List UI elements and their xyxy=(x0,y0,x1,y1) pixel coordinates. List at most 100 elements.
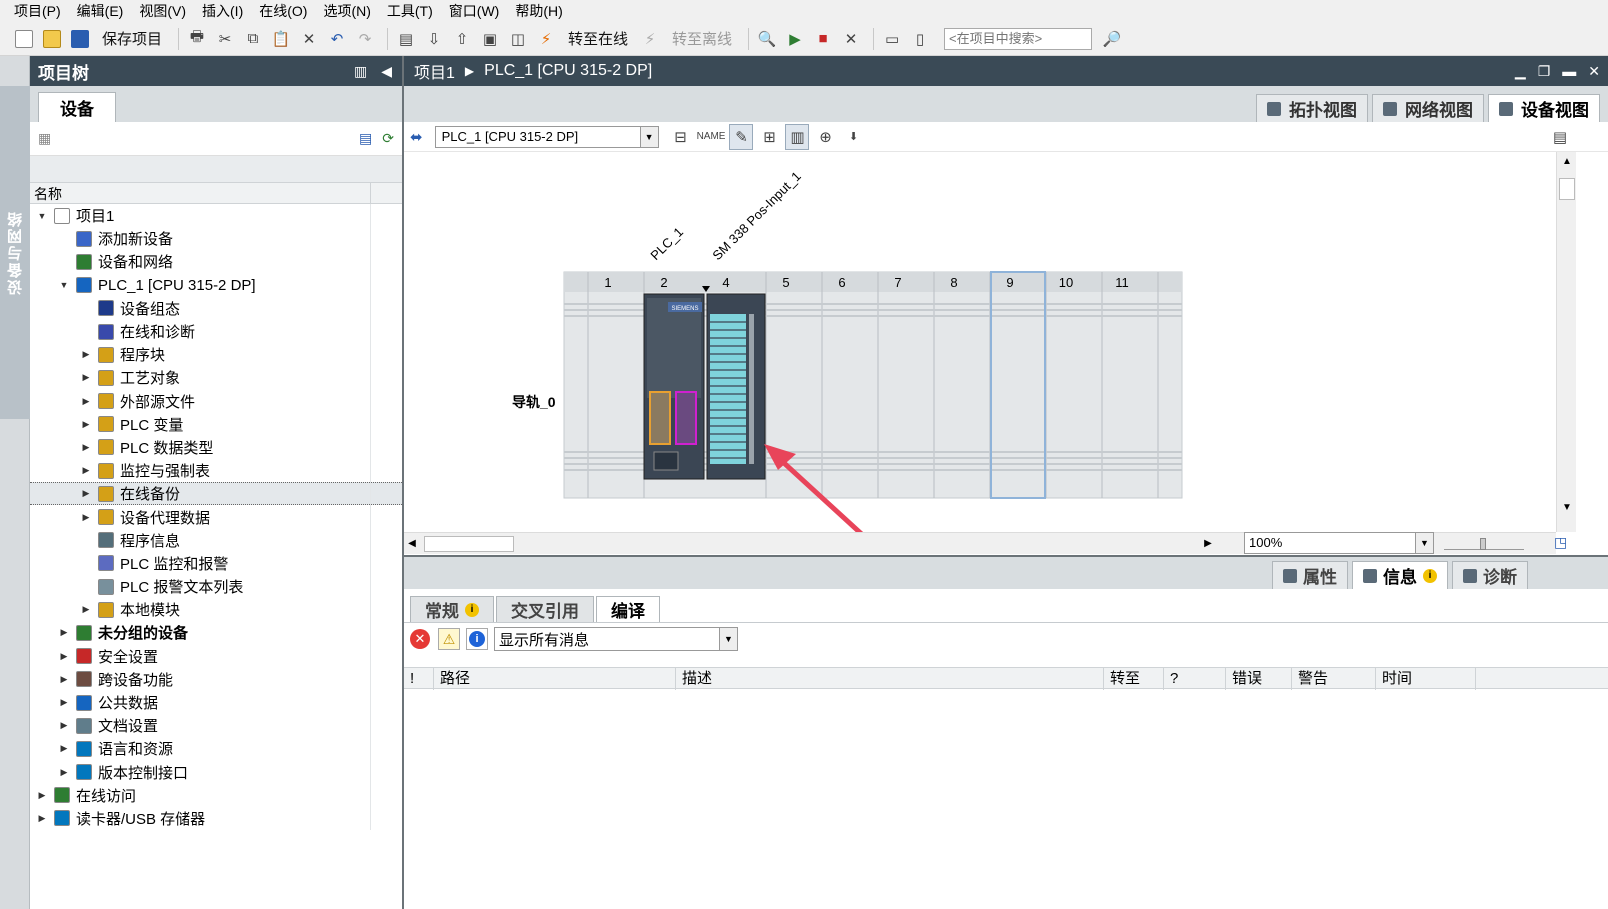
go-offline-button[interactable]: 转至离线 xyxy=(666,26,738,52)
tree-item[interactable]: PLC 监控和报警 xyxy=(30,551,402,575)
collapsed-arrow-icon[interactable]: ▶ xyxy=(80,395,92,407)
tab-device-view[interactable]: 设备视图 xyxy=(1488,94,1600,122)
tree-item[interactable]: ▶ 公共数据 xyxy=(30,690,402,715)
show-names-icon[interactable]: NAME xyxy=(697,124,726,150)
device-data-icon[interactable]: ▤ xyxy=(1548,124,1572,150)
save-project-button[interactable]: 保存项目 xyxy=(96,26,168,52)
start-cpu-icon[interactable]: ▶ xyxy=(783,26,807,52)
simulation-icon[interactable]: ▣ xyxy=(478,26,502,52)
column-header[interactable]: 错误 xyxy=(1226,668,1292,690)
close-icon[interactable]: ✕ xyxy=(1588,63,1600,80)
collapsed-arrow-icon[interactable]: ▶ xyxy=(58,697,70,709)
collapsed-arrow-icon[interactable]: ▶ xyxy=(58,766,70,778)
split-vertical-icon[interactable]: ▯ xyxy=(908,26,932,52)
maximize-icon[interactable]: ▬ xyxy=(1562,63,1576,80)
breadcrumb-project[interactable]: 项目1 xyxy=(414,59,455,83)
tree-item[interactable]: ▶ 工艺对象 xyxy=(30,366,402,390)
collapsed-arrow-icon[interactable]: ▶ xyxy=(80,604,92,616)
menu-item[interactable]: 插入(I) xyxy=(194,0,251,22)
collapsed-arrow-icon[interactable]: ▶ xyxy=(80,488,92,500)
column-header[interactable]: 路径 xyxy=(434,668,676,690)
tree-item[interactable]: 添加新设备 xyxy=(30,227,402,251)
tree-item[interactable]: ▼ PLC_1 [CPU 315-2 DP] xyxy=(30,273,402,297)
error-filter-icon[interactable]: ✕ xyxy=(410,629,430,649)
collapsed-arrow-icon[interactable]: ▶ xyxy=(80,372,92,384)
collapsed-arrow-icon[interactable]: ▶ xyxy=(80,465,92,477)
tab-properties[interactable]: 属性 xyxy=(1272,561,1348,589)
column-header[interactable]: ! xyxy=(404,668,434,690)
scroll-down-icon[interactable]: ▼ xyxy=(1559,502,1575,518)
sub-tab[interactable]: 编译 xyxy=(596,596,660,622)
tree-item[interactable]: ▶ 未分组的设备 xyxy=(30,621,402,645)
tree-item[interactable]: ▶ 本地模块 xyxy=(30,598,402,622)
delete-icon[interactable]: ✕ xyxy=(297,26,321,52)
refresh-tree-icon[interactable]: ⟳ xyxy=(382,130,394,147)
menu-item[interactable]: 在线(O) xyxy=(251,0,315,22)
tree-item[interactable]: ▶ 安全设置 xyxy=(30,644,402,668)
copy-icon[interactable]: ⧉ xyxy=(241,26,265,52)
redo-icon[interactable]: ↷ xyxy=(353,26,377,52)
sub-tab[interactable]: 交叉引用 xyxy=(496,596,594,622)
column-header[interactable]: 转至 xyxy=(1104,668,1164,690)
collapsed-arrow-icon[interactable]: ▶ xyxy=(80,511,92,523)
warning-filter-icon[interactable]: ⚠ xyxy=(438,628,460,650)
tab-info[interactable]: 信息 i xyxy=(1352,561,1448,589)
collapsed-arrow-icon[interactable]: ▶ xyxy=(58,650,70,662)
column-header[interactable]: 时间 xyxy=(1376,668,1476,690)
paste-icon[interactable]: 📋 xyxy=(269,26,293,52)
menu-item[interactable]: 项目(P) xyxy=(6,0,69,22)
split-horizontal-icon[interactable]: ▭ xyxy=(880,26,904,52)
tree-item[interactable]: ▶ PLC 变量 xyxy=(30,412,402,436)
tab-network-view[interactable]: 网络视图 xyxy=(1372,94,1484,122)
module-overview-icon[interactable]: ⊟ xyxy=(669,124,693,150)
collapsed-arrow-icon[interactable]: ▶ xyxy=(36,789,48,801)
accessible-devices-icon[interactable]: 🔍 xyxy=(755,26,779,52)
overview-navigation-icon[interactable]: ◳ xyxy=(1554,534,1567,551)
vertical-scroll-thumb[interactable] xyxy=(1559,178,1575,200)
tree-item[interactable]: 设备组态 xyxy=(30,296,402,320)
tab-diagnostics[interactable]: 诊断 xyxy=(1452,561,1528,589)
cross-reference-icon[interactable]: ✕ xyxy=(839,26,863,52)
zoom-slider-thumb[interactable] xyxy=(1480,538,1486,550)
scroll-up-icon[interactable]: ▲ xyxy=(1559,156,1575,172)
float-icon[interactable]: ❐ xyxy=(1538,63,1551,80)
search-go-icon[interactable]: 🔎 xyxy=(1100,26,1124,52)
open-project-icon[interactable] xyxy=(40,26,64,52)
collapsed-arrow-icon[interactable]: ▶ xyxy=(58,720,70,732)
scroll-left-icon[interactable]: ◀ xyxy=(404,538,420,549)
tree-item[interactable]: ▶ 读卡器/USB 存储器 xyxy=(30,806,402,831)
stop-cpu-icon[interactable]: ■ xyxy=(811,26,835,52)
upload-icon[interactable]: ⇧ xyxy=(450,26,474,52)
tree-item[interactable]: ▼ 项目1 xyxy=(30,204,402,228)
zoom-in-icon[interactable]: ⊕ xyxy=(813,124,837,150)
print-icon[interactable]: 🖶 xyxy=(185,26,209,52)
menu-item[interactable]: 窗口(W) xyxy=(441,0,508,22)
project-search-input[interactable] xyxy=(944,27,1093,50)
menu-item[interactable]: 选项(N) xyxy=(315,0,378,22)
collapsed-arrow-icon[interactable]: ▶ xyxy=(58,743,70,755)
tree-item[interactable]: ▶ 监控与强制表 xyxy=(30,459,402,483)
stop-simulation-icon[interactable]: ◫ xyxy=(506,26,530,52)
tab-topology[interactable]: 拓扑视图 xyxy=(1256,94,1368,122)
menu-item[interactable]: 视图(V) xyxy=(131,0,194,22)
tree-item[interactable]: PLC 报警文本列表 xyxy=(30,575,402,599)
tree-item[interactable]: ▶ 程序块 xyxy=(30,343,402,367)
collapse-panel-icon[interactable]: ◀ xyxy=(381,63,392,80)
go-offline-icon[interactable]: ⚡ xyxy=(638,26,662,52)
menu-item[interactable]: 编辑(E) xyxy=(69,0,132,22)
collapsed-arrow-icon[interactable]: ▶ xyxy=(80,418,92,430)
device-overview-icon[interactable]: ▦ xyxy=(38,130,51,147)
draw-mode-icon[interactable]: ✎ xyxy=(729,123,754,150)
detail-view-icon[interactable]: ▤ xyxy=(359,130,372,147)
minimize-icon[interactable]: ▁ xyxy=(1515,63,1526,80)
zoom-select[interactable]: 100% ▼ xyxy=(1244,532,1434,554)
tree-item[interactable]: ▶ 在线备份 xyxy=(30,482,402,506)
tree-item[interactable]: 程序信息 xyxy=(30,528,402,552)
info-filter-icon[interactable]: i xyxy=(466,628,488,650)
tab-devices[interactable]: 设备 xyxy=(38,92,116,122)
zoom-menu-icon[interactable]: ⬇ xyxy=(841,124,865,150)
scroll-right-icon[interactable]: ▶ xyxy=(1200,538,1216,549)
save-icon[interactable] xyxy=(68,26,92,52)
menu-item[interactable]: 帮助(H) xyxy=(507,0,570,22)
column-header[interactable]: 描述 xyxy=(676,668,1104,690)
